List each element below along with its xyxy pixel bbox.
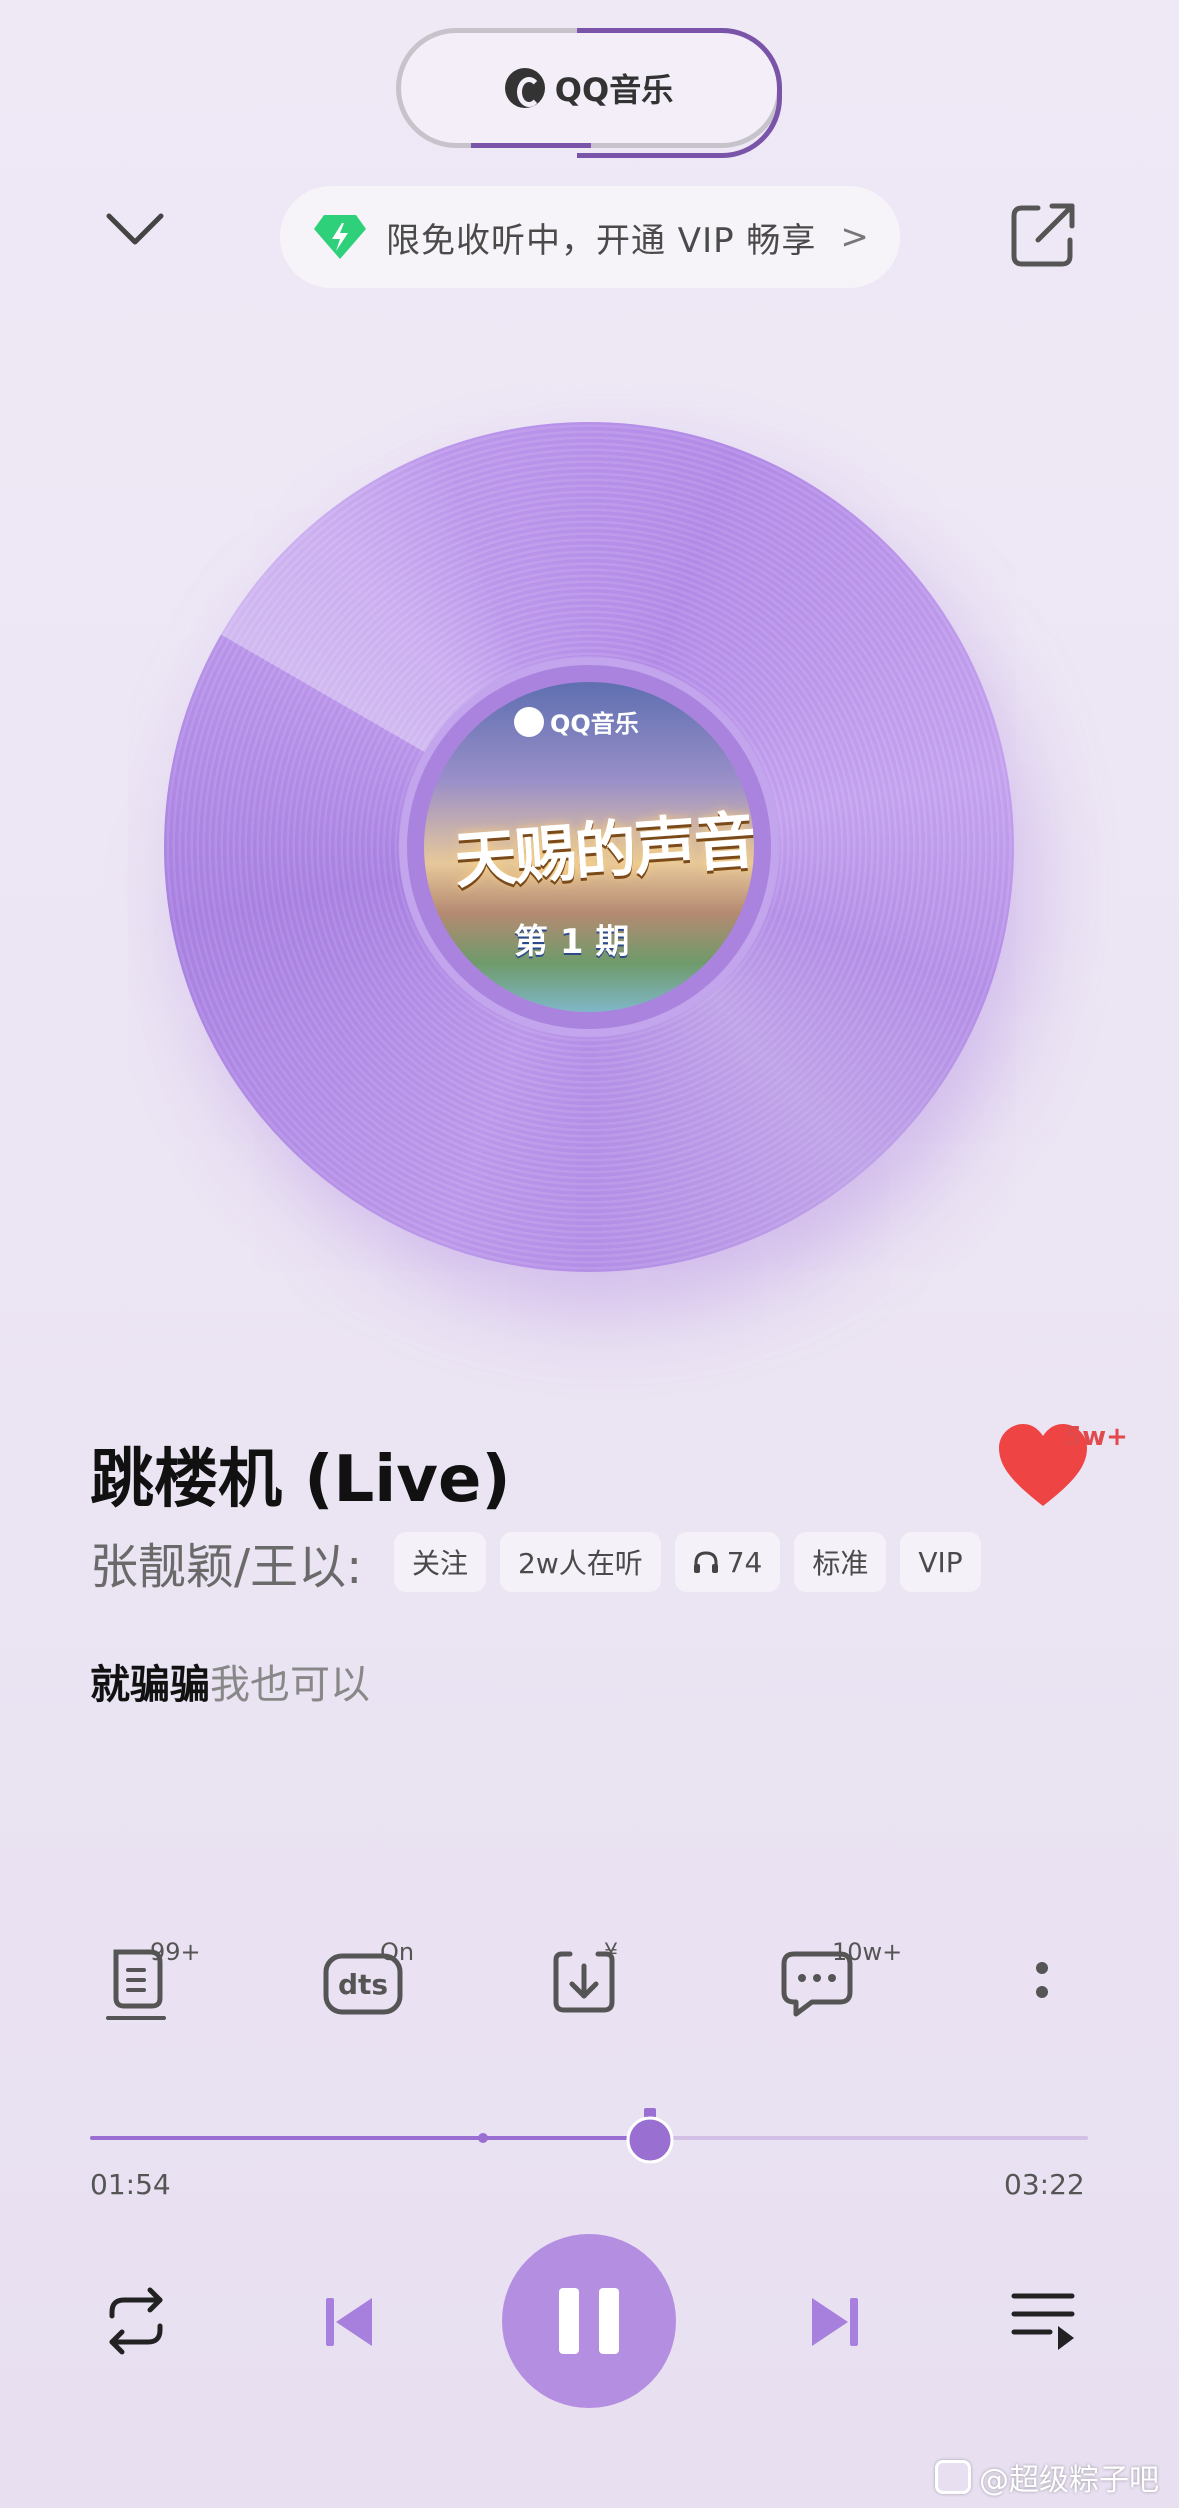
headphone-chip[interactable]: 74 bbox=[674, 1532, 781, 1592]
lyrics-badge: 99+ bbox=[150, 1938, 201, 1966]
next-icon[interactable] bbox=[806, 2294, 862, 2350]
progress-fill bbox=[90, 2136, 650, 2140]
svg-text:dts: dts bbox=[338, 1968, 388, 2001]
watermark-text: @超级粽子吧 bbox=[979, 2463, 1159, 2498]
headphone-count: 74 bbox=[726, 1545, 763, 1579]
lyric-sung: 就骗骗 bbox=[90, 1662, 210, 1708]
brand-pill[interactable]: QQ音乐 bbox=[396, 28, 782, 158]
playlist-icon[interactable] bbox=[1010, 2288, 1076, 2354]
progress-marker bbox=[478, 2133, 488, 2143]
more-icon[interactable] bbox=[1022, 1944, 1062, 2024]
comments-badge: 10w+ bbox=[832, 1938, 903, 1966]
qq-music-logo-icon bbox=[504, 68, 545, 108]
vip-gem-icon bbox=[314, 215, 366, 259]
pause-button[interactable] bbox=[502, 2234, 676, 2408]
pause-icon bbox=[559, 2288, 579, 2354]
follow-chip[interactable]: 关注 bbox=[394, 1532, 487, 1592]
vinyl-record[interactable]: QQ音乐 天赐的声音 第 1 期 bbox=[164, 422, 1014, 1272]
progress-thumb-icon[interactable] bbox=[626, 2108, 674, 2164]
artist-name[interactable]: 张靓颖/王以: bbox=[90, 1527, 380, 1597]
vip-banner-text: 限免收听中，开通 VIP 畅享 bbox=[386, 220, 817, 261]
chevron-right-icon: > bbox=[840, 217, 869, 257]
watermark: @超级粽子吧 bbox=[935, 2455, 1159, 2499]
cover-logo: QQ音乐 bbox=[514, 704, 639, 739]
like-count: 5w+ bbox=[1064, 1422, 1128, 1452]
vip-chip[interactable]: VIP bbox=[900, 1532, 981, 1592]
share-icon[interactable] bbox=[1008, 200, 1078, 270]
cover-logo-text: QQ音乐 bbox=[550, 710, 639, 738]
download-badge: ¥ bbox=[604, 1940, 618, 1965]
brand-name: QQ音乐 bbox=[554, 71, 674, 109]
player-page: QQ音乐 限免收听中，开通 VIP 畅享 > QQ音乐 天赐的声音 第 1 期 bbox=[0, 0, 1179, 2508]
listeners-chip[interactable]: 2w人在听 bbox=[500, 1532, 661, 1592]
cover-logo-icon bbox=[514, 706, 544, 737]
cover-episode: 第 1 期 bbox=[514, 922, 630, 962]
quality-chip[interactable]: 标准 bbox=[794, 1532, 887, 1592]
progress-bar[interactable] bbox=[90, 2108, 1088, 2164]
previous-icon[interactable] bbox=[322, 2294, 378, 2350]
headphone-icon bbox=[693, 1551, 718, 1573]
current-lyric[interactable]: 就骗骗我也可以 bbox=[90, 1652, 370, 1710]
weibo-icon bbox=[935, 2460, 971, 2494]
total-time: 03:22 bbox=[1004, 2168, 1085, 2201]
song-meta-row: 张靓颖/王以: 关注 2w人在听 74 标准 VIP bbox=[90, 1532, 981, 1595]
chevron-down-icon[interactable] bbox=[105, 210, 165, 250]
album-cover: QQ音乐 天赐的声音 第 1 期 bbox=[424, 682, 754, 1012]
pause-icon-bar bbox=[599, 2288, 619, 2354]
current-time: 01:54 bbox=[90, 2168, 171, 2201]
repeat-icon[interactable] bbox=[94, 2282, 178, 2360]
song-title: 跳楼机 (Live) bbox=[90, 1443, 511, 1517]
lyric-rest: 我也可以 bbox=[210, 1662, 370, 1708]
dts-badge: On bbox=[380, 1938, 415, 1966]
vip-banner[interactable]: 限免收听中，开通 VIP 畅享 > bbox=[280, 186, 900, 288]
cover-title: 天赐的声音 bbox=[452, 803, 754, 898]
